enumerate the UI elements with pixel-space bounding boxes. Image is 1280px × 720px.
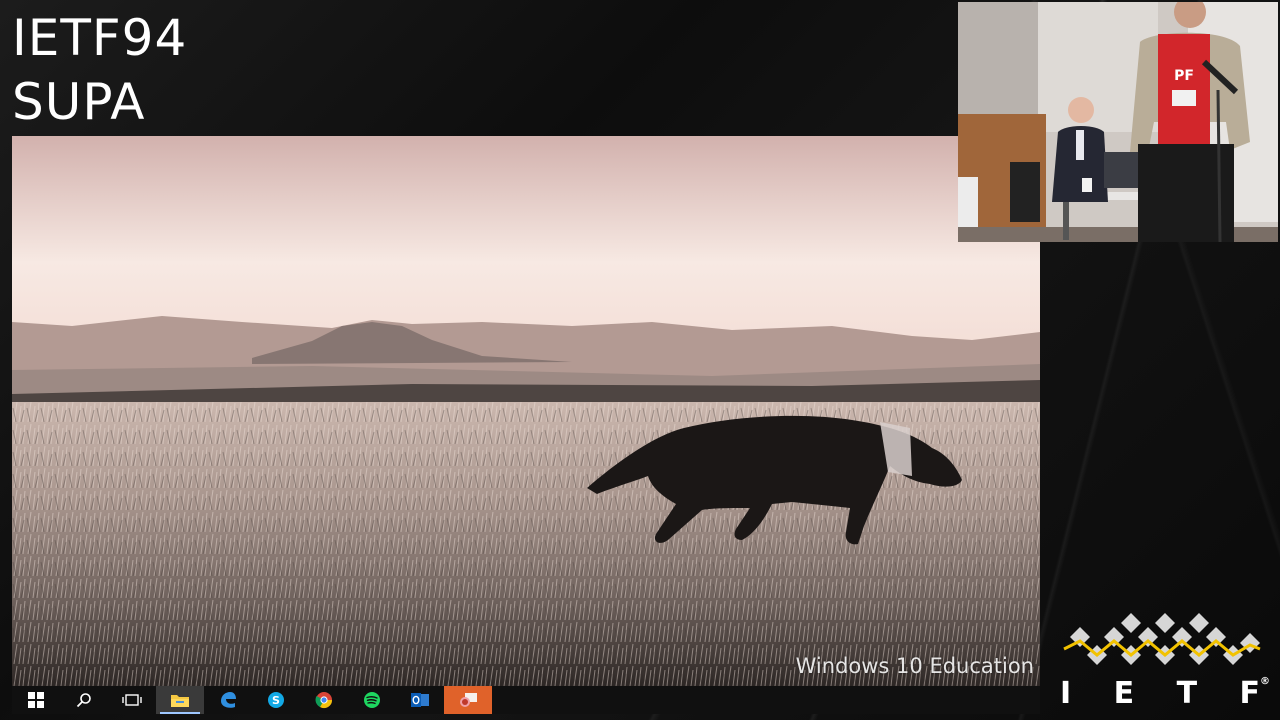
windows-watermark: Windows 10 Education [795,654,1034,678]
task-view-button[interactable] [108,686,156,714]
windows-taskbar: S [12,686,1040,714]
chrome-icon [315,692,333,709]
speaker-shirt-text: PF [1174,68,1194,84]
edge-button[interactable] [204,686,252,714]
logo-letter-e: E [1113,676,1135,711]
task-view-icon [122,694,142,706]
chrome-button[interactable] [300,686,348,714]
search-icon [76,693,91,708]
outlook-button[interactable] [396,686,444,714]
outlook-icon [411,693,429,707]
skype-button[interactable]: S [252,686,300,714]
skype-icon: S [268,692,284,708]
windows-start-icon [28,692,44,708]
folder-icon [171,695,189,707]
search-button[interactable] [60,686,108,714]
desktop-wallpaper [12,136,1040,686]
speaker-camera-feed: PF [958,2,1278,242]
ietf-logo-text: I E T F® [1060,676,1270,711]
start-button[interactable] [12,686,60,714]
spotify-icon [364,692,380,708]
slides-icon [460,693,477,707]
file-explorer-button[interactable] [156,686,204,714]
spotify-button[interactable] [348,686,396,714]
edge-icon [221,692,236,708]
logo-letter-f: F® [1239,676,1271,711]
session-name: SUPA [12,73,146,131]
presentation-app-button[interactable] [444,686,492,714]
event-name: IETF94 [12,9,188,67]
svg-text:S: S [272,694,280,707]
registered-mark: ® [1260,676,1270,687]
logo-letter-i: I [1060,676,1072,711]
shared-screen: Windows 10 Education S [12,136,1040,714]
logo-letter-t: T [1176,676,1198,711]
slide-title: IETF94 SUPA [12,6,187,134]
